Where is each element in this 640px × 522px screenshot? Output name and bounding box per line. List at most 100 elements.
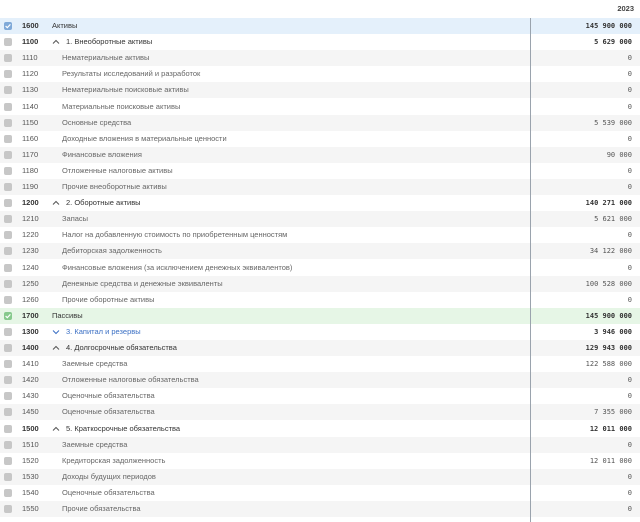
- row-code: 1550: [22, 504, 39, 513]
- row-value: 0: [627, 166, 632, 175]
- table-row[interactable]: 1410 Заемные средства 122 588 000: [0, 356, 640, 372]
- row-checkbox[interactable]: [4, 183, 12, 191]
- table-row[interactable]: 1210 Запасы 5 621 000: [0, 211, 640, 228]
- row-checkbox[interactable]: [4, 38, 12, 47]
- table-row[interactable]: 1250 Денежные средства и денежные эквивал…: [0, 275, 640, 292]
- row-code: 1170: [22, 149, 39, 159]
- row-checkbox[interactable]: [4, 70, 12, 79]
- row-checkbox[interactable]: [4, 102, 12, 111]
- row-label: Нематериальные активы: [62, 53, 150, 63]
- row-code: 1530: [22, 471, 39, 481]
- row-code: 1200: [22, 198, 39, 208]
- table-row[interactable]: 1260 Прочие оборотные активы 0: [0, 292, 640, 308]
- row-code: 1230: [22, 246, 39, 256]
- chevron-up-icon[interactable]: [51, 195, 61, 211]
- row-value: 12 011 000: [589, 456, 632, 465]
- table-row[interactable]: 1140 Материальные поисковые активы 0: [0, 99, 640, 115]
- table-row[interactable]: 1120 Результаты исследований и разработок…: [0, 66, 640, 82]
- row-checkbox[interactable]: [4, 327, 12, 336]
- row-label: Заемные средства: [62, 359, 128, 369]
- table-row[interactable]: 1240 Финансовые вложения (за исключением …: [0, 260, 640, 276]
- row-code: 1250: [22, 278, 39, 288]
- table-row[interactable]: 1510 Заемные средства 0: [0, 436, 640, 453]
- row-checkbox[interactable]: [4, 134, 12, 143]
- row-value: 0: [627, 505, 632, 513]
- row-label: Кредиторская задолженность: [62, 455, 166, 465]
- row-value: 0: [627, 440, 632, 449]
- row-value: 140 271 000: [585, 199, 632, 208]
- row-checkbox[interactable]: [4, 360, 12, 369]
- row-checkbox[interactable]: [4, 199, 12, 208]
- table-row[interactable]: 1110 Нематериальные активы 0: [0, 50, 640, 67]
- table-row[interactable]: 1420 Отложенные налоговые обязательства 0: [0, 372, 640, 389]
- row-checkbox[interactable]: [4, 392, 12, 401]
- row-checkbox[interactable]: [4, 376, 12, 385]
- row-checkbox[interactable]: [4, 505, 12, 513]
- table-row[interactable]: 1100 1. Внеоборотные активы 5 629 000: [0, 34, 640, 50]
- chevron-up-icon[interactable]: [51, 421, 61, 437]
- table-row[interactable]: 1180 Отложенные налоговые активы 0: [0, 163, 640, 179]
- table-row[interactable]: 1160 Доходные вложения в материальные цен…: [0, 131, 640, 147]
- row-label: Оценочные обязательства: [62, 391, 155, 401]
- row-checkbox[interactable]: [4, 150, 12, 159]
- chevron-up-icon[interactable]: [51, 34, 61, 50]
- row-checkbox-checked[interactable]: [4, 22, 12, 30]
- row-value: 12 011 000: [589, 424, 632, 433]
- table-row[interactable]: 1430 Оценочные обязательства 0: [0, 388, 640, 404]
- row-checkbox[interactable]: [4, 86, 12, 95]
- row-label: Основные средства: [62, 117, 132, 127]
- row-code: 1410: [22, 359, 39, 369]
- row-label: Финансовые вложения: [62, 149, 142, 159]
- table-row[interactable]: 1500 5. Краткосрочные обязательства 12 011…: [0, 421, 640, 437]
- row-code: 1220: [22, 230, 39, 240]
- row-checkbox[interactable]: [4, 295, 12, 304]
- table-row[interactable]: 1230 Дебиторская задолженность 34 122 000: [0, 243, 640, 260]
- table-row[interactable]: 1220 Налог на добавленную стоимость по пр…: [0, 227, 640, 243]
- row-checkbox[interactable]: [4, 166, 12, 175]
- table-row[interactable]: 1400 4. Долгосрочные обязательства 129 943…: [0, 340, 640, 356]
- table-row[interactable]: 1550 Прочие обязательства 0: [0, 501, 640, 517]
- row-checkbox[interactable]: [4, 54, 12, 63]
- row-value: 0: [627, 54, 632, 63]
- row-code: 1130: [22, 85, 39, 95]
- row-checkbox[interactable]: [4, 118, 12, 127]
- row-label: Запасы: [62, 214, 89, 224]
- table-row[interactable]: 1450 Оценочные обязательства 7 355 000: [0, 404, 640, 421]
- row-value: 145 900 000: [585, 311, 632, 320]
- table-row[interactable]: 1170 Финансовые вложения 90 000: [0, 146, 640, 163]
- row-value: 0: [627, 86, 632, 95]
- row-checkbox[interactable]: [4, 472, 12, 481]
- row-value: 34 122 000: [589, 247, 632, 256]
- table-row[interactable]: 1150 Основные средства 5 539 000: [0, 114, 640, 131]
- table-row[interactable]: 1540 Оценочные обязательства 0: [0, 485, 640, 501]
- row-label: Доходные вложения в материальные ценност…: [62, 133, 227, 143]
- row-checkbox[interactable]: [4, 488, 12, 497]
- row-code: 1210: [22, 214, 39, 224]
- row-checkbox[interactable]: [4, 344, 12, 352]
- row-checkbox-checked[interactable]: [4, 311, 12, 320]
- chevron-up-icon[interactable]: [51, 340, 61, 356]
- row-value: 0: [627, 102, 632, 111]
- table-row[interactable]: 1530 Доходы будущих периодов 0: [0, 468, 640, 485]
- row-code: 1400: [22, 343, 39, 352]
- table-row[interactable]: 1190 Прочие внеоборотные активы 0: [0, 179, 640, 195]
- row-checkbox[interactable]: [4, 279, 12, 288]
- row-checkbox[interactable]: [4, 456, 12, 465]
- row-code: 1600: [22, 21, 39, 30]
- row-label[interactable]: 3. Капитал и резервы: [66, 324, 141, 340]
- chevron-down-icon[interactable]: [51, 324, 61, 340]
- table-row[interactable]: 1200 2. Оборотные активы 140 271 000: [0, 195, 640, 211]
- table-row[interactable]: 1520 Кредиторская задолженность 12 011 000: [0, 453, 640, 469]
- row-checkbox[interactable]: [4, 263, 12, 272]
- row-checkbox[interactable]: [4, 424, 12, 433]
- row-checkbox[interactable]: [4, 440, 12, 449]
- table-row[interactable]: 1600 Активы 145 900 000: [0, 18, 640, 34]
- table-row[interactable]: 1700 Пассивы 145 900 000: [0, 307, 640, 324]
- row-checkbox[interactable]: [4, 231, 12, 240]
- table-row[interactable]: 1130 Нематериальные поисковые активы 0: [0, 82, 640, 99]
- row-checkbox[interactable]: [4, 247, 12, 256]
- row-checkbox[interactable]: [4, 408, 12, 417]
- row-checkbox[interactable]: [4, 215, 12, 224]
- table-row[interactable]: 1300 3. Капитал и резервы 3 946 000: [0, 324, 640, 340]
- row-code: 1180: [22, 165, 39, 175]
